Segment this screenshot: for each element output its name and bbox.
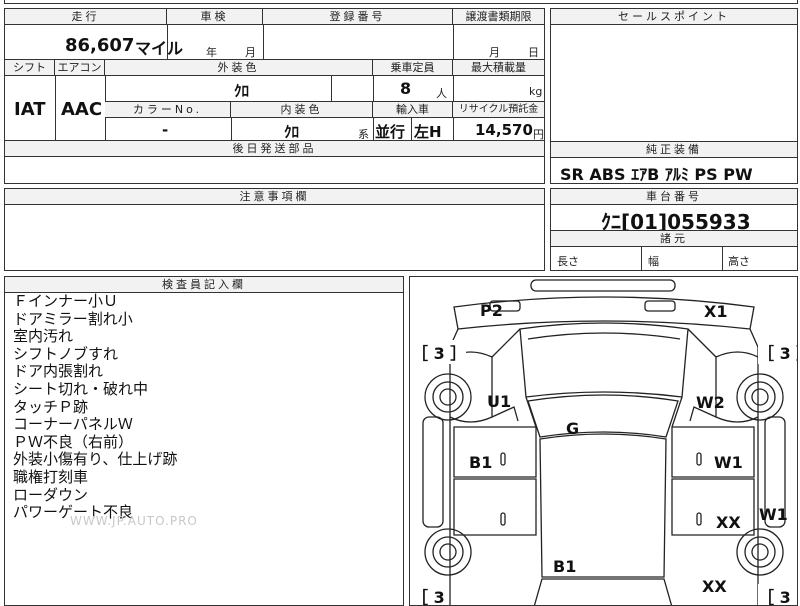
panel-label-x1: X1	[704, 302, 728, 321]
mileage-unit: マイル	[135, 39, 184, 58]
ext-color-header: 外装色	[105, 60, 373, 76]
panel-label-u1: U1	[487, 392, 512, 411]
registration-header: 登録番号	[263, 9, 453, 25]
notes-box: 注意事項欄	[4, 188, 545, 271]
panel-label-xx-mid: XX	[716, 513, 741, 532]
tire-grade-br: ［ 3	[758, 584, 791, 605]
transfer-day-unit: 日	[528, 46, 539, 59]
mileage-value: 86,607	[65, 35, 135, 56]
panel-label-b1-left: B1	[469, 453, 493, 472]
ac-value: AAC	[61, 99, 103, 120]
ext-color-value: ｸﾛ	[234, 82, 250, 100]
note-line: ＰＷ不良（右前）	[13, 432, 134, 451]
import-value-1: 並行	[375, 123, 406, 141]
chassis-box: 車台番号 ｸﾆ[01]055933 諸元 長さ 幅 高さ	[550, 188, 798, 271]
int-color-value: ｸﾛ	[284, 123, 300, 141]
capacity-unit: 人	[436, 87, 447, 100]
panel-label-w1-right: W1	[714, 453, 743, 472]
capacity-header: 乗車定員	[373, 60, 453, 76]
watermark: WWW.JP.AUTO.PRO	[70, 514, 198, 528]
note-line: 室内汚れ	[13, 327, 74, 346]
damage-diagram-box: P2 X1 U1 W2 G B1 W1 W1 XX B1 XX ［ 3 ］ ［ …	[409, 276, 798, 606]
spec-table: 走行 車検 登録番号 譲渡書類期限 86,607 マイル 年 月 月 日 シフト…	[4, 8, 545, 184]
inspector-notes: Ｆインナー小Ｕ ドアミラー割れ小 室内汚れ シフトノブすれ ドア内張割れ シート…	[13, 292, 178, 522]
note-line: ドア内張割れ	[13, 362, 104, 381]
notes-header: 注意事項欄	[5, 189, 544, 205]
panel-label-g: G	[566, 419, 580, 438]
panel-label-w1-edge: W1	[759, 505, 788, 524]
inspection-year-unit: 年	[206, 46, 217, 59]
note-line: 職権打刻車	[13, 467, 89, 486]
retrofit-header: 後日発送部品	[5, 141, 544, 157]
length-label: 長さ	[557, 255, 579, 268]
equipment-box: 純正装備 SR ABS ｴｱB ｱﾙﾐ PS PW	[550, 141, 798, 184]
note-line: タッチＰ跡	[13, 397, 89, 416]
panel-label-p2: P2	[480, 301, 503, 320]
tire-grade-bl: ［ 3	[412, 584, 445, 605]
load-header: 最大積載量	[453, 60, 544, 76]
import-header: 輸入車	[373, 102, 453, 118]
note-line: コーナーパネルＷ	[13, 415, 133, 434]
shift-value: IAT	[14, 99, 46, 120]
recycle-header: リサイクル預託金	[453, 102, 544, 118]
top-strip	[4, 0, 798, 4]
color-no-value: -	[162, 121, 169, 139]
note-line: シート切れ・破れ中	[13, 379, 149, 398]
width-label: 幅	[648, 255, 659, 268]
note-line: Ｆインナー小Ｕ	[13, 292, 119, 310]
dims-header: 諸元	[551, 231, 797, 247]
int-color-header: 内装色	[231, 102, 373, 118]
load-unit: kg	[529, 85, 543, 98]
note-line: ドアミラー割れ小	[13, 309, 133, 328]
color-no-header: カラーNo.	[105, 102, 231, 118]
note-line: 外装小傷有り、仕上げ跡	[13, 450, 178, 469]
mileage-header: 走行	[5, 9, 167, 25]
tire-grade-tl: ［ 3 ］	[412, 340, 467, 364]
car-diagram	[422, 279, 786, 605]
inspector-header: 検査員記入欄	[5, 277, 403, 293]
panel-label-b1-bottom: B1	[553, 557, 577, 576]
shift-header: シフト	[5, 60, 55, 76]
panel-label-xx-bottom: XX	[702, 577, 727, 596]
recycle-value: 14,570	[475, 121, 533, 139]
inspector-box: 検査員記入欄 Ｆインナー小Ｕ ドアミラー割れ小 室内汚れ シフトノブすれ ドア内…	[4, 276, 404, 606]
inspection-month-unit: 月	[245, 46, 256, 59]
note-line: ローダウン	[13, 485, 89, 504]
inspection-header: 車検	[167, 9, 263, 25]
transfer-month-unit: 月	[489, 46, 500, 59]
chassis-header: 車台番号	[551, 189, 797, 205]
equipment-value: SR ABS ｴｱB ｱﾙﾐ PS PW	[560, 165, 753, 184]
sales-points-header: セールスポイント	[551, 9, 797, 25]
sales-points-box: セールスポイント	[550, 8, 798, 142]
capacity-value: 8	[400, 79, 412, 98]
panel-label-w2: W2	[696, 393, 725, 412]
import-value-2: 左H	[414, 123, 442, 141]
ac-header: エアコン	[55, 60, 105, 76]
height-label: 高さ	[728, 255, 750, 268]
note-line: シフトノブすれ	[13, 344, 119, 363]
equipment-header: 純正装備	[551, 142, 797, 158]
tire-grade-tr: ［ 3 ］	[758, 340, 797, 364]
transfer-header: 譲渡書類期限	[453, 9, 544, 25]
